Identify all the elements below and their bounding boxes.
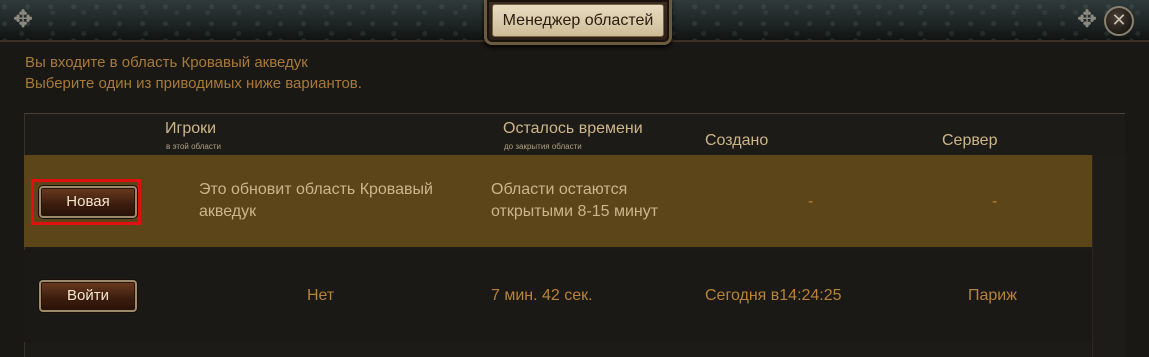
header-players: Игроки [165,120,217,137]
header-server: Сервер [942,132,998,149]
table-side-strip [1092,155,1125,357]
row-join-server: Париж [968,287,1017,304]
header-time-left-sub: до закрытия области [504,142,582,151]
corner-ornament-icon: ✥ [1076,5,1098,33]
close-icon: ✕ [1111,10,1127,31]
close-button[interactable]: ✕ [1104,6,1134,36]
row-new-time-left: Области остаются открытыми 8-15 минут [491,181,659,220]
header-players-sub: в этой области [166,142,222,151]
area-manager-window: ✥ ✥ Менеджер областей ✕ Вы входите в обл… [0,0,1149,357]
row-new-created: - [808,193,814,210]
join-instance-button[interactable]: Войти [39,280,137,312]
row-new-server: - [992,193,998,210]
window-title: Менеджер областей [502,11,654,29]
selection-highlight [31,179,141,225]
row-join-players: Нет [307,287,335,304]
row-join-time-left: 7 мин. 42 сек. [491,287,593,304]
header-created: Создано [705,132,769,149]
row-new-players: Это обновит область Кровавый акведук [199,181,433,220]
intro-text: Вы входите в область Кровавый акведук Вы… [25,52,362,94]
intro-line-instruction: Выберите один из приводимых ниже вариант… [25,75,362,92]
header-time-left: Осталось времени [503,120,643,137]
corner-ornament-icon: ✥ [12,5,34,33]
intro-line-area: Вы входите в область Кровавый акведук [25,54,308,71]
title-plate: Менеджер областей [484,0,672,45]
row-join-created: Сегодня в14:24:25 [705,287,842,304]
